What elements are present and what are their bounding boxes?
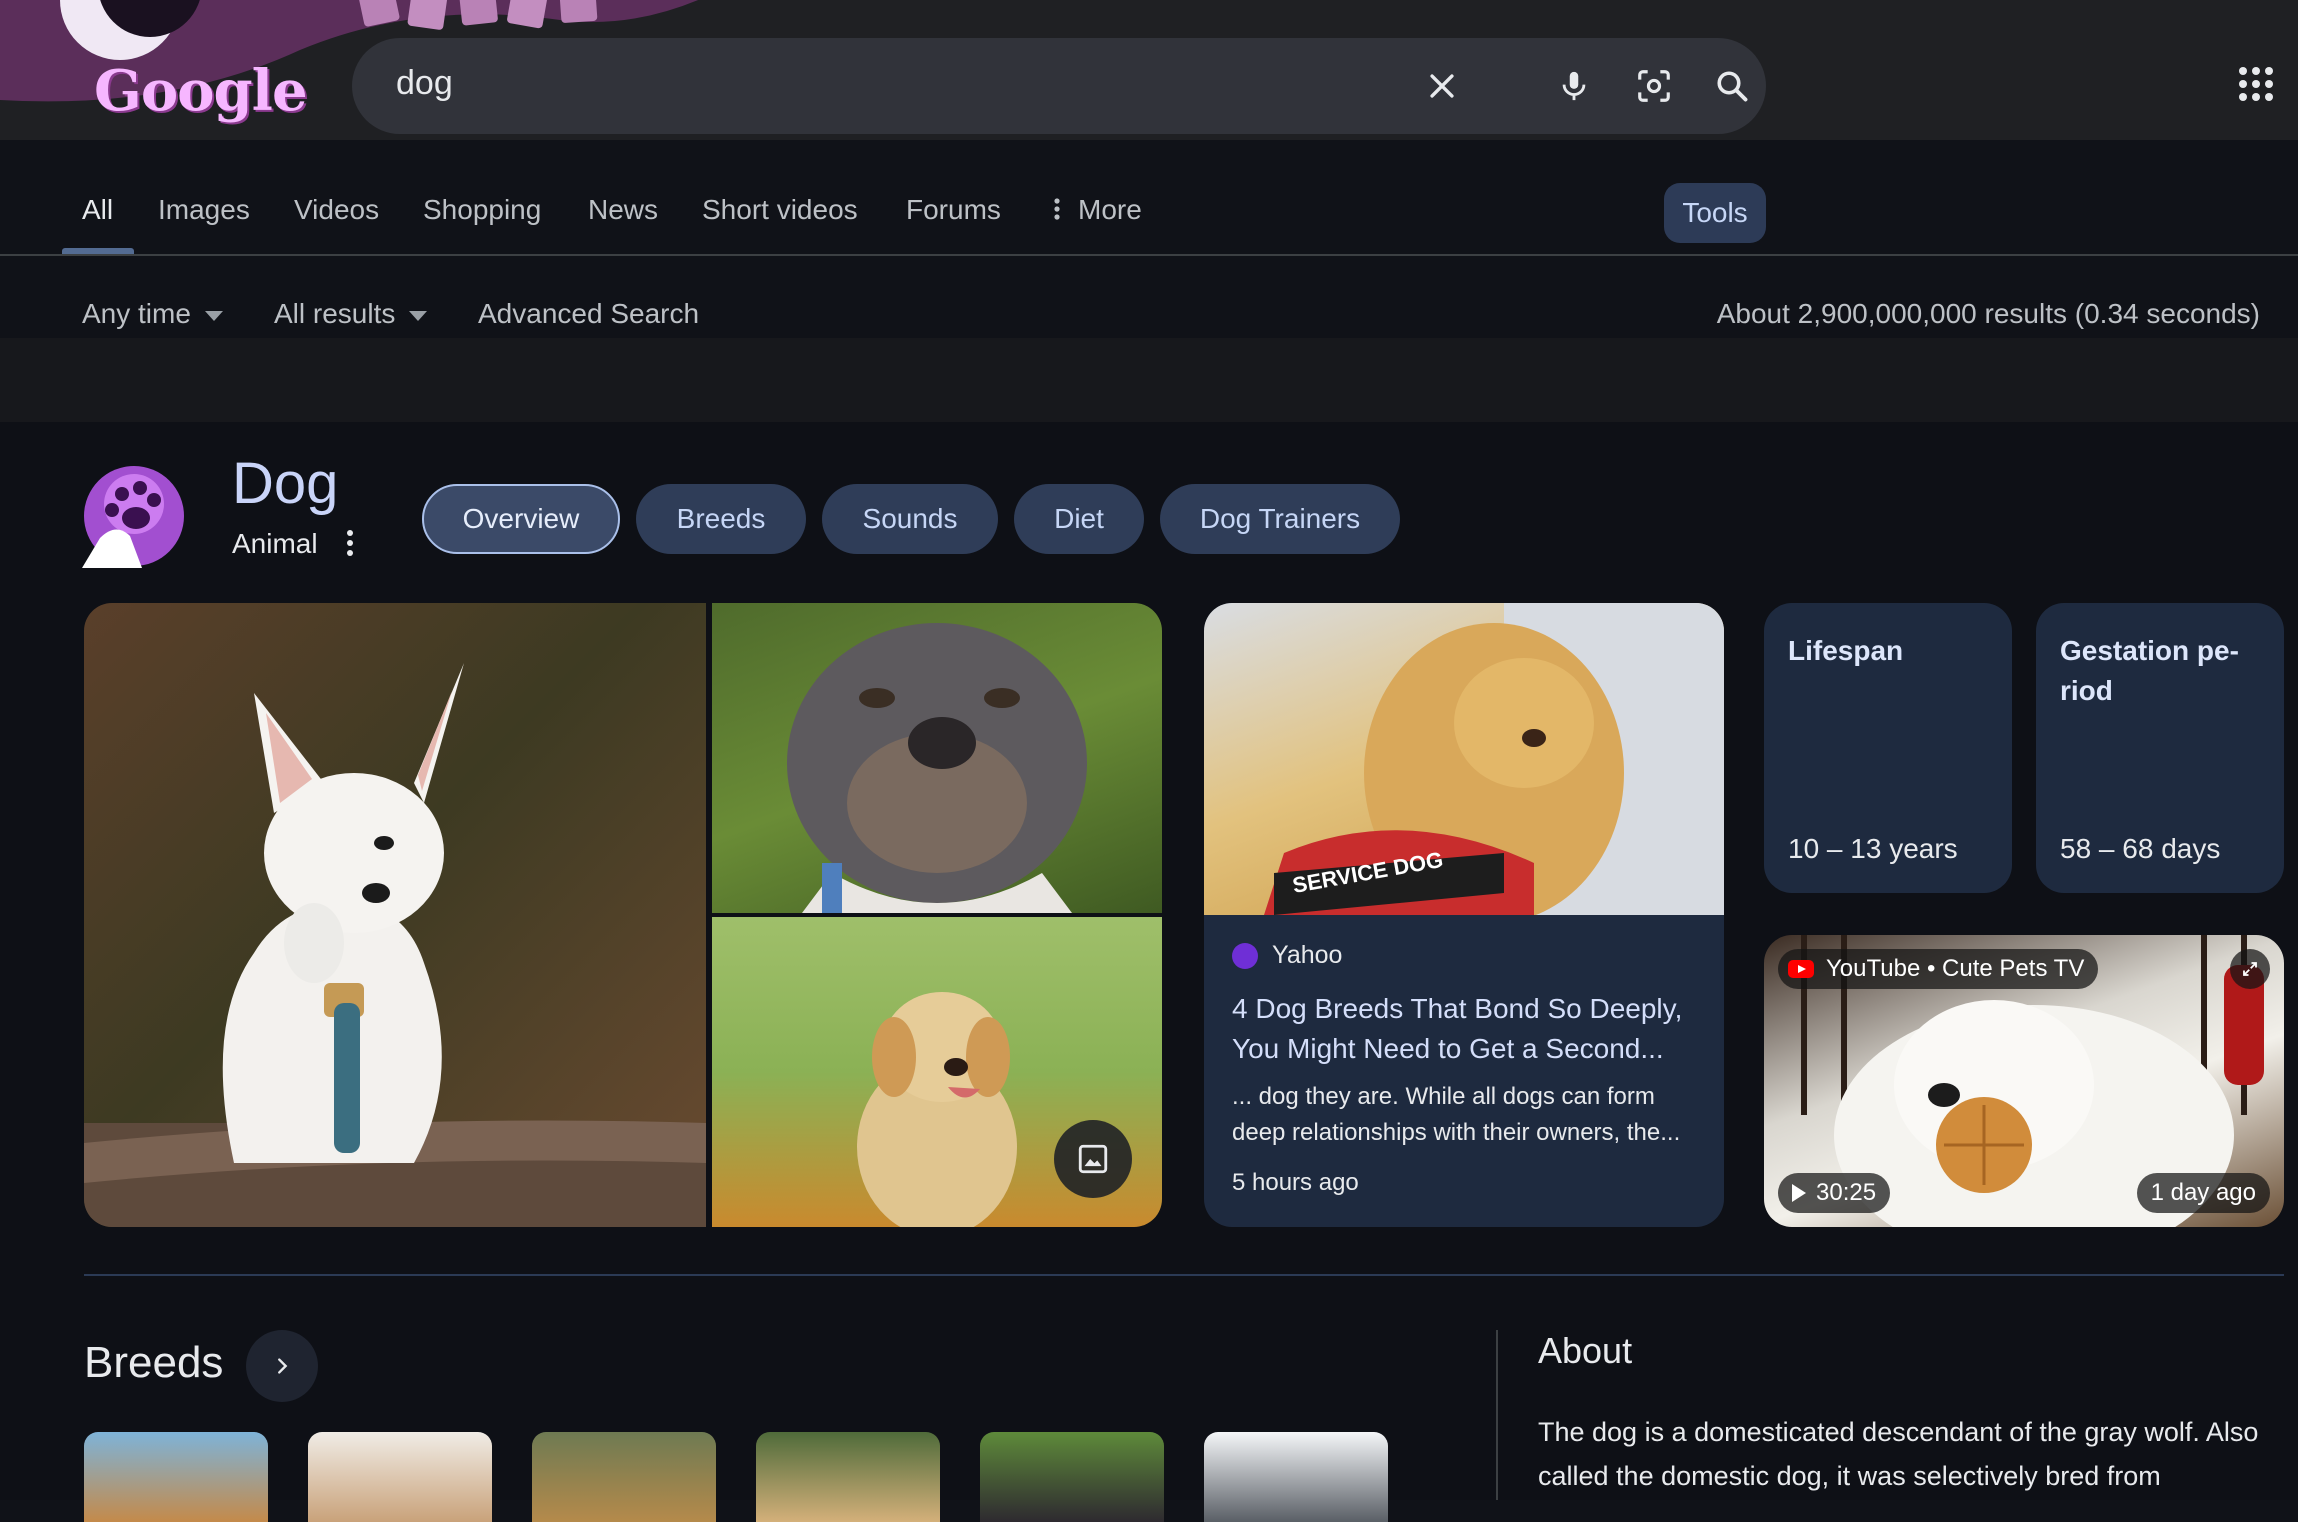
breed-thumb-husky[interactable] bbox=[1204, 1432, 1388, 1522]
video-age: 1 day ago bbox=[2136, 1173, 2270, 1213]
separator-band bbox=[0, 338, 2298, 422]
tab-more[interactable]: More bbox=[1054, 194, 1142, 228]
chip-diet[interactable]: Diet bbox=[1014, 484, 1144, 554]
search-tabs: All Images Videos Shopping News Short vi… bbox=[0, 140, 2298, 256]
fact-card-lifespan[interactable]: Lifespan 10 – 13 years bbox=[1764, 603, 2012, 893]
breed-thumb-german-shepherd[interactable] bbox=[84, 1432, 268, 1522]
tab-news[interactable]: News bbox=[588, 194, 658, 226]
tab-all[interactable]: All bbox=[82, 194, 113, 226]
results-filter[interactable]: All results bbox=[274, 298, 428, 330]
search-icon[interactable] bbox=[1704, 58, 1760, 114]
news-time: 5 hours ago bbox=[1232, 1169, 1359, 1196]
chip-breeds[interactable]: Breeds bbox=[636, 484, 806, 554]
play-icon bbox=[1792, 1184, 1806, 1202]
news-title[interactable]: 4 Dog Breeds That Bond So Deeply, You Mi… bbox=[1232, 989, 1702, 1069]
fact-label: Gestation pe-riod bbox=[2060, 635, 2239, 706]
mic-icon[interactable] bbox=[1546, 58, 1602, 114]
about-heading: About bbox=[1538, 1330, 1633, 1371]
active-tab-indicator bbox=[62, 248, 134, 254]
tab-short-videos[interactable]: Short videos bbox=[702, 194, 858, 226]
breed-thumb-bulldog[interactable] bbox=[308, 1432, 492, 1522]
fact-label: Lifespan bbox=[1788, 635, 1904, 666]
tools-button[interactable]: Tools bbox=[1664, 183, 1766, 243]
video-source-label: YouTube • Cute Pets TV bbox=[1826, 955, 2085, 982]
video-source: YouTube • Cute Pets TV bbox=[1778, 949, 2099, 989]
kebab-icon bbox=[1054, 196, 1060, 228]
image-gallery-icon[interactable] bbox=[1054, 1120, 1132, 1198]
tab-videos[interactable]: Videos bbox=[294, 194, 379, 226]
fact-value: 58 – 68 days bbox=[2060, 833, 2221, 864]
entity-title: Dog bbox=[232, 451, 339, 516]
video-duration-label: 30:25 bbox=[1816, 1179, 1877, 1206]
news-card[interactable]: SERVICE DOG Yahoo 4 Dog Breeds That Bond… bbox=[1204, 603, 1724, 1227]
video-duration: 30:25 bbox=[1778, 1173, 1891, 1213]
results-filter-label: All results bbox=[274, 298, 396, 329]
time-filter[interactable]: Any time bbox=[82, 298, 223, 330]
filter-bar: Any time All results Advanced Search Abo… bbox=[0, 256, 2298, 338]
apps-icon[interactable] bbox=[2238, 66, 2274, 102]
news-image: SERVICE DOG bbox=[1204, 603, 1724, 923]
advanced-search-link[interactable]: Advanced Search bbox=[478, 298, 699, 330]
chip-dog-trainers[interactable]: Dog Trainers bbox=[1160, 484, 1400, 554]
news-source: Yahoo bbox=[1232, 941, 1342, 970]
news-source-label: Yahoo bbox=[1272, 941, 1343, 969]
lens-icon[interactable] bbox=[1626, 58, 1682, 114]
tab-shopping[interactable]: Shopping bbox=[423, 194, 541, 226]
result-stats: About 2,900,000,000 results (0.34 second… bbox=[1716, 298, 2260, 329]
section-divider bbox=[84, 1274, 2284, 1276]
entity-subtitle: Animal bbox=[232, 528, 318, 559]
chevron-right-icon[interactable] bbox=[246, 1330, 318, 1402]
fact-card-gestation[interactable]: Gestation pe-riod 58 – 68 days bbox=[2036, 603, 2284, 893]
news-snippet: ... dog they are. While all dogs can for… bbox=[1232, 1083, 1681, 1146]
expand-icon[interactable] bbox=[2230, 949, 2270, 989]
tab-more-label: More bbox=[1078, 194, 1142, 225]
paw-icon bbox=[82, 466, 184, 568]
about-text: The dog is a domesticated descendant of … bbox=[1538, 1417, 2259, 1491]
time-filter-label: Any time bbox=[82, 298, 191, 329]
video-card[interactable]: YouTube • Cute Pets TV 30:25 1 day ago bbox=[1764, 935, 2284, 1227]
caret-down-icon bbox=[204, 310, 223, 321]
breeds-heading: Breeds bbox=[84, 1338, 224, 1387]
breed-thumb-french-bulldog[interactable] bbox=[980, 1432, 1164, 1522]
caret-down-icon bbox=[409, 310, 428, 321]
tab-images[interactable]: Images bbox=[158, 194, 250, 226]
fact-value: 10 – 13 years bbox=[1788, 833, 1958, 864]
chip-overview[interactable]: Overview bbox=[422, 484, 620, 554]
tab-forums[interactable]: Forums bbox=[906, 194, 1001, 226]
chihuahua-image[interactable] bbox=[84, 603, 706, 1227]
header-bar: Google dog bbox=[0, 0, 2298, 140]
column-divider bbox=[1496, 1330, 1498, 1500]
search-input[interactable]: dog bbox=[396, 64, 453, 103]
close-icon[interactable] bbox=[1414, 58, 1470, 114]
breed-thumb-golden-retriever[interactable] bbox=[756, 1432, 940, 1522]
chip-sounds[interactable]: Sounds bbox=[822, 484, 998, 554]
yahoo-logo-icon bbox=[1232, 942, 1258, 969]
google-logo[interactable]: Google bbox=[94, 58, 308, 124]
search-box[interactable]: dog bbox=[352, 38, 1766, 134]
bully-dog-image[interactable] bbox=[712, 603, 1162, 913]
more-options-icon[interactable] bbox=[344, 528, 356, 558]
youtube-icon bbox=[1788, 960, 1814, 978]
breed-thumb-beagle[interactable] bbox=[532, 1432, 716, 1522]
